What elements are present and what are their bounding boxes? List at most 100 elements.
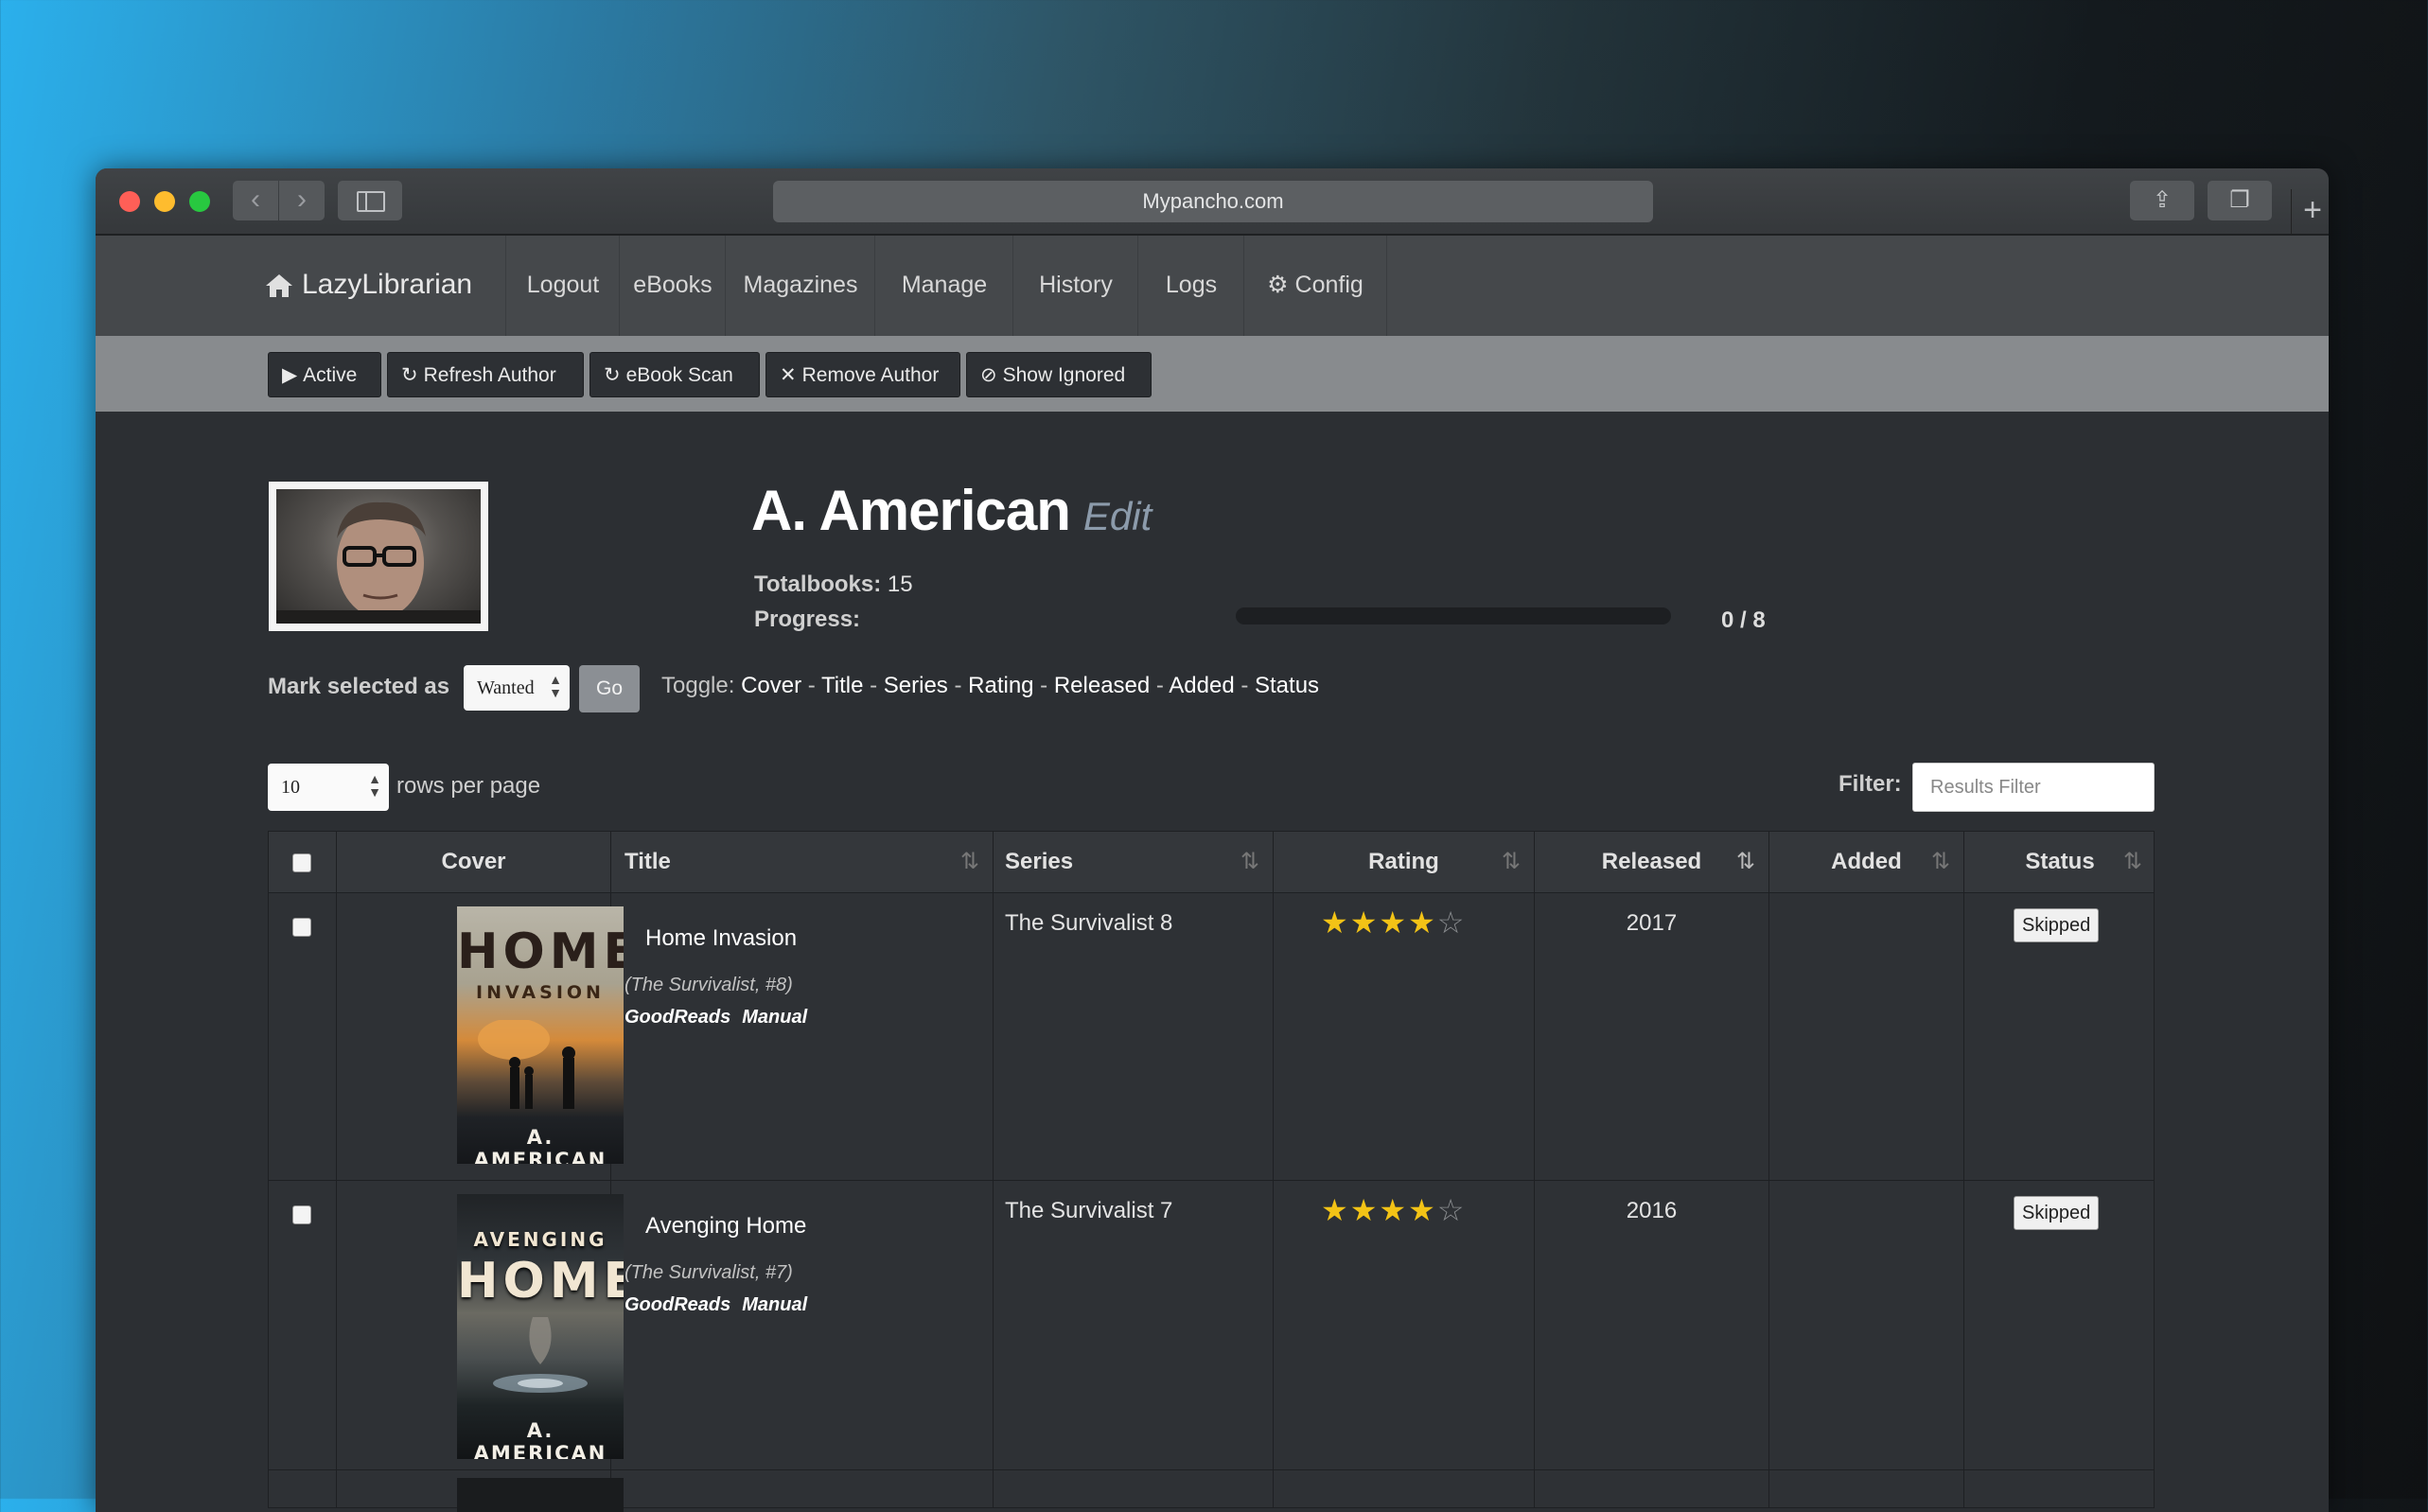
minimize-window-button[interactable]: [154, 191, 175, 212]
select-all-cell: [269, 832, 337, 892]
ebook-scan-button[interactable]: ↻ eBook Scan: [589, 352, 760, 397]
added-cell: [1769, 893, 1964, 1180]
series-cell: [994, 1470, 1274, 1507]
mark-status-select[interactable]: Wanted ▲ ▼: [464, 665, 570, 711]
star-filled-icon: ★: [1321, 1193, 1350, 1227]
book-series-note: (The Survivalist, #7): [625, 1262, 793, 1283]
star-filled-icon: ★: [1408, 905, 1437, 940]
remove-author-button[interactable]: ✕ Remove Author: [765, 352, 960, 397]
star-filled-icon: ★: [1379, 905, 1409, 940]
header-series[interactable]: Series ⇅: [994, 832, 1274, 892]
star-filled-icon: ★: [1321, 905, 1350, 940]
rating-cell: ★★★★☆: [1274, 893, 1535, 1180]
edit-author-link[interactable]: Edit: [1083, 494, 1152, 538]
book-cover-image[interactable]: AVENGING HOME A. AMERICAN: [457, 1194, 624, 1459]
ban-icon: ⊘: [980, 364, 997, 386]
status-badge[interactable]: Skipped: [2014, 1196, 2100, 1230]
close-window-button[interactable]: [119, 191, 140, 212]
toggle-sep: -: [947, 673, 969, 698]
toggle-series[interactable]: Series: [884, 673, 948, 698]
rows-per-page-select[interactable]: 10 ▲ ▼: [268, 764, 389, 811]
cover-title: AVENGING: [473, 1228, 607, 1251]
progress-bar: [1236, 607, 1671, 624]
header-title[interactable]: Title ⇅: [611, 832, 994, 892]
book-links: GoodReads Manual: [625, 1294, 818, 1316]
toggle-sep: -: [801, 673, 821, 698]
author-name-text: A. American: [751, 479, 1071, 542]
go-button[interactable]: Go: [579, 665, 640, 712]
tabs-overview-icon[interactable]: ❐: [2208, 181, 2272, 220]
browser-titlebar: ‹ › Mypancho.com ⇪ ❐ +: [96, 168, 2329, 236]
toggle-added[interactable]: Added: [1169, 673, 1234, 698]
sidebar-toggle-button[interactable]: [338, 181, 402, 220]
active-button-label: Active: [303, 364, 358, 386]
nav-magazines[interactable]: Magazines: [725, 236, 875, 336]
row-checkbox[interactable]: [292, 918, 311, 937]
status-cell: Skipped: [1964, 1181, 2155, 1469]
sort-icon: ⇅: [1240, 849, 1259, 874]
totalbooks-row: Totalbooks: 15: [754, 571, 913, 598]
star-filled-icon: ★: [1349, 905, 1380, 940]
sort-icon: ⇅: [1501, 849, 1521, 874]
toggle-label: Toggle:: [661, 673, 735, 698]
toggle-cover[interactable]: Cover: [741, 673, 801, 698]
mark-status-value: Wanted: [477, 677, 535, 698]
header-released-label: Released: [1601, 849, 1702, 874]
play-icon: ▶: [282, 364, 298, 386]
goodreads-link[interactable]: GoodReads: [625, 1007, 730, 1028]
status-cell: Skipped: [1964, 893, 2155, 1180]
star-empty-icon: ☆: [1436, 1193, 1467, 1227]
refresh-author-button[interactable]: ↻ Refresh Author: [387, 352, 584, 397]
header-cover[interactable]: Cover: [337, 832, 611, 892]
results-filter-input[interactable]: Results Filter: [1912, 763, 2155, 812]
goodreads-link[interactable]: GoodReads: [625, 1294, 730, 1315]
manual-link[interactable]: Manual: [742, 1294, 807, 1315]
row-checkbox[interactable]: [292, 1205, 311, 1224]
book-cover-image[interactable]: [457, 1478, 624, 1512]
header-added[interactable]: Added ⇅: [1769, 832, 1964, 892]
brand-label: LazyLibrarian: [302, 269, 473, 300]
cover-artwork: [478, 1020, 575, 1109]
zoom-window-button[interactable]: [189, 191, 210, 212]
show-ignored-button[interactable]: ⊘ Show Ignored: [966, 352, 1152, 397]
status-badge[interactable]: Skipped: [2014, 908, 2100, 942]
book-title[interactable]: Home Invasion: [645, 925, 797, 952]
toggle-sep: -: [1150, 673, 1170, 698]
brand-link[interactable]: LazyLibrarian: [264, 236, 472, 336]
active-button[interactable]: ▶ Active: [268, 352, 381, 397]
header-rating[interactable]: Rating ⇅: [1274, 832, 1535, 892]
header-status-label: Status: [2025, 849, 2095, 874]
status-cell: [1964, 1470, 2155, 1507]
nav-logs[interactable]: Logs: [1137, 236, 1244, 336]
nav-history[interactable]: History: [1012, 236, 1138, 336]
series-text: The Survivalist 8: [1005, 910, 1173, 936]
cover-cell: AVENGING HOME A. AMERICAN: [337, 1181, 624, 1469]
new-tab-icon[interactable]: +: [2291, 189, 2329, 235]
book-series-note: (The Survivalist, #8): [625, 975, 793, 995]
header-status[interactable]: Status ⇅: [1964, 832, 2155, 892]
book-cover-image[interactable]: HOME INVASION A. AMERICAN: [457, 906, 624, 1164]
nav-logout[interactable]: Logout: [505, 236, 620, 336]
totalbooks-label: Totalbooks:: [754, 571, 882, 597]
toggle-rating[interactable]: Rating: [968, 673, 1033, 698]
refresh-author-label: Refresh Author: [423, 364, 556, 386]
toggle-title[interactable]: Title: [821, 673, 863, 698]
nav-config[interactable]: ⚙ Config: [1243, 236, 1387, 336]
cover-author: A. AMERICAN: [473, 1126, 607, 1164]
sort-icon: ⇅: [959, 849, 979, 874]
toggle-status[interactable]: Status: [1255, 673, 1319, 698]
select-all-checkbox[interactable]: [292, 853, 311, 872]
toggle-released[interactable]: Released: [1054, 673, 1150, 698]
header-released[interactable]: Released ⇅: [1535, 832, 1769, 892]
address-bar[interactable]: Mypancho.com: [773, 181, 1653, 222]
back-icon[interactable]: ‹: [233, 181, 278, 220]
manual-link[interactable]: Manual: [742, 1007, 807, 1028]
nav-manage[interactable]: Manage: [874, 236, 1013, 336]
filter-label: Filter:: [1839, 771, 1902, 797]
star-filled-icon: ★: [1408, 1193, 1437, 1227]
sort-desc-icon: ⇅: [1735, 849, 1755, 874]
forward-icon[interactable]: ›: [279, 181, 325, 220]
nav-ebooks[interactable]: eBooks: [619, 236, 726, 336]
share-icon[interactable]: ⇪: [2130, 181, 2194, 220]
book-title[interactable]: Avenging Home: [645, 1213, 806, 1239]
